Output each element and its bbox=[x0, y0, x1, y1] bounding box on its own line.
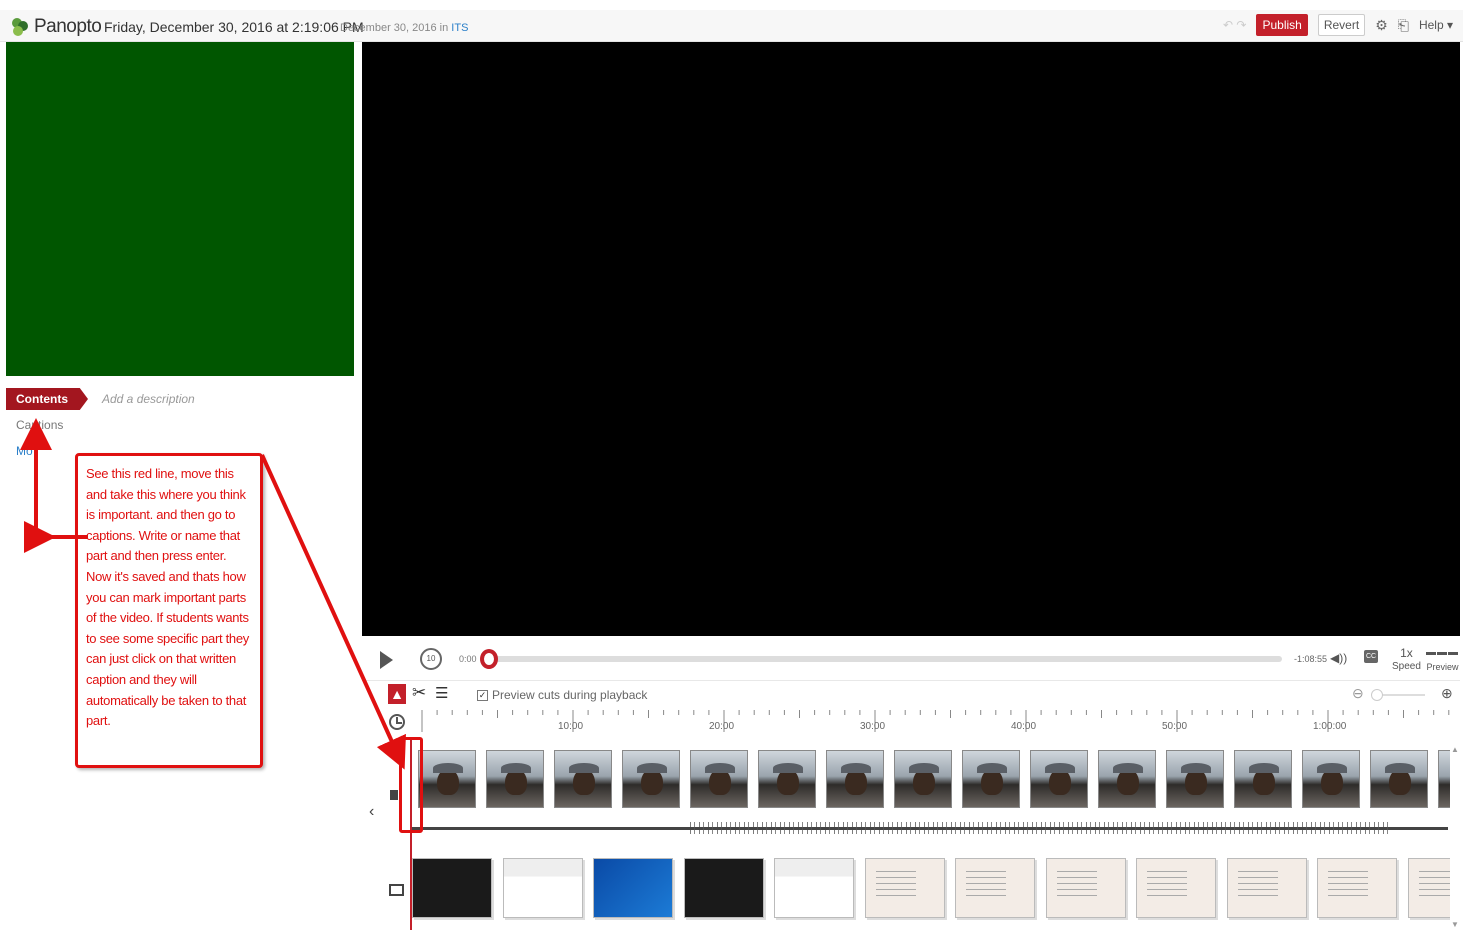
annotation-box: See this red line, move this and take th… bbox=[75, 453, 263, 768]
ruler-label: 10:00 bbox=[558, 721, 584, 732]
tab-contents[interactable]: Contents bbox=[6, 388, 88, 410]
zoom-in-icon[interactable]: ⊕ bbox=[1441, 685, 1453, 702]
screen-thumbnail bbox=[1045, 858, 1126, 918]
screen-thumbnail bbox=[683, 858, 764, 918]
ruler-label: 50:00 bbox=[1162, 721, 1188, 732]
audio-waveform[interactable] bbox=[410, 822, 1448, 834]
main-video-player[interactable] bbox=[362, 42, 1460, 636]
app-header: Panopto Friday, December 30, 2016 at 2:1… bbox=[0, 10, 1463, 42]
screen-capture-icon bbox=[389, 884, 404, 896]
closed-captions-icon[interactable]: CC bbox=[1364, 650, 1378, 663]
speed-control[interactable]: 1x Speed bbox=[1392, 646, 1421, 674]
preview-cuts-option[interactable]: ✓ Preview cuts during playback bbox=[477, 688, 647, 702]
clock-icon bbox=[389, 714, 405, 730]
ruler-label: 1:00:00 bbox=[1313, 721, 1347, 732]
preview-cuts-checkbox[interactable]: ✓ bbox=[477, 689, 488, 701]
screen-thumbnail bbox=[1226, 858, 1307, 918]
captions-link[interactable]: Captions bbox=[16, 418, 63, 432]
video-thumbnail bbox=[1438, 750, 1450, 808]
more-link[interactable]: Mo bbox=[16, 444, 33, 458]
preview-control[interactable]: ▬▬▬ Preview bbox=[1426, 646, 1459, 674]
screen-thumbnail bbox=[412, 858, 492, 918]
video-thumbnail bbox=[690, 750, 748, 808]
current-time: 0:00 bbox=[459, 654, 477, 664]
panopto-logo-icon bbox=[12, 18, 28, 36]
video-thumbnail bbox=[1030, 750, 1088, 808]
video-thumbnail bbox=[1234, 750, 1292, 808]
help-menu[interactable]: Help ▾ bbox=[1419, 18, 1453, 32]
publish-button[interactable]: Publish bbox=[1256, 14, 1308, 36]
session-title: Friday, December 30, 2016 at 2:19:06 PM bbox=[104, 19, 364, 35]
ruler-label: 40:00 bbox=[1011, 721, 1037, 732]
video-thumbnail bbox=[1370, 750, 1428, 808]
scrub-bar[interactable] bbox=[482, 656, 1282, 662]
screen-capture-track[interactable] bbox=[410, 854, 1450, 928]
annotation-text: See this red line, move this and take th… bbox=[86, 466, 249, 729]
screen-thumbnail bbox=[774, 858, 854, 918]
volume-icon[interactable]: ◀)) bbox=[1330, 651, 1347, 665]
select-tool-icon[interactable]: ▲ bbox=[388, 684, 406, 704]
session-date: December 30, 2016 in bbox=[340, 22, 449, 34]
video-thumbnail bbox=[554, 750, 612, 808]
zoom-out-icon[interactable]: ⊖ bbox=[1352, 685, 1364, 702]
panopto-logo: Panopto bbox=[10, 16, 102, 38]
edit-toolbar: ▲ ✂ ☰ ✓ Preview cuts during playback ⊖ ⊕ bbox=[385, 682, 1460, 708]
panopto-editor: Panopto Friday, December 30, 2016 at 2:1… bbox=[0, 0, 1463, 939]
chevron-left-icon[interactable]: ‹ bbox=[369, 803, 374, 821]
settings-gear-icon[interactable]: ⚙ bbox=[1375, 17, 1388, 34]
undo-redo-icons[interactable]: ↶ ↷ bbox=[1223, 18, 1246, 32]
speed-value: 1x bbox=[1400, 646, 1413, 660]
scroll-down-icon[interactable]: ▼ bbox=[1451, 920, 1459, 929]
secondary-video-stream bbox=[6, 42, 354, 376]
video-thumbnail bbox=[486, 750, 544, 808]
add-description-field[interactable]: Add a description bbox=[102, 392, 195, 406]
session-meta: December 30, 2016 in ITS bbox=[340, 22, 468, 34]
timeline-ruler[interactable]: 10:00 20:00 30:00 40:00 50:00 1:00:00 bbox=[410, 708, 1450, 738]
playhead-highlight-box bbox=[399, 737, 423, 833]
preview-label: Preview bbox=[1426, 662, 1459, 672]
video-thumbnail bbox=[826, 750, 884, 808]
list-icon[interactable]: ☰ bbox=[435, 684, 448, 702]
screen-thumbnail bbox=[593, 858, 673, 918]
video-thumbnail bbox=[758, 750, 816, 808]
video-thumbnail bbox=[418, 750, 476, 808]
ruler-label: 30:00 bbox=[860, 721, 886, 732]
exit-icon[interactable]: ⎗ bbox=[1398, 17, 1409, 34]
playback-controls: 10 0:00 -1:08:55 ◀)) CC 1x Speed ▬▬▬ Pre… bbox=[362, 640, 1460, 680]
video-thumbnail bbox=[1166, 750, 1224, 808]
video-thumbnail bbox=[1302, 750, 1360, 808]
video-thumbnail bbox=[962, 750, 1020, 808]
screen-thumbnail bbox=[864, 858, 945, 918]
rewind-10-icon[interactable]: 10 bbox=[420, 648, 442, 670]
ruler-label: 20:00 bbox=[709, 721, 735, 732]
video-track[interactable] bbox=[410, 742, 1450, 816]
folder-link[interactable]: ITS bbox=[451, 22, 468, 34]
screen-thumbnail bbox=[1136, 858, 1216, 918]
logo-text: Panopto bbox=[34, 16, 102, 37]
scroll-up-icon[interactable]: ▲ bbox=[1451, 745, 1459, 754]
video-thumbnail bbox=[894, 750, 952, 808]
video-thumbnail bbox=[622, 750, 680, 808]
screen-thumbnail bbox=[1407, 858, 1450, 918]
preview-grid-icon: ▬▬▬ bbox=[1426, 647, 1459, 658]
screen-thumbnail bbox=[1317, 858, 1397, 918]
video-track-marker bbox=[390, 790, 398, 800]
remaining-time: -1:08:55 bbox=[1294, 654, 1328, 664]
screen-thumbnail bbox=[502, 858, 583, 918]
play-icon[interactable] bbox=[380, 651, 393, 669]
video-thumbnail bbox=[1098, 750, 1156, 808]
scissors-icon[interactable]: ✂ bbox=[412, 683, 426, 703]
header-actions: ↶ ↷ Publish Revert ⚙ ⎗ Help ▾ bbox=[1223, 14, 1453, 36]
speed-label: Speed bbox=[1392, 661, 1421, 672]
zoom-slider-handle[interactable] bbox=[1371, 689, 1383, 701]
revert-button[interactable]: Revert bbox=[1317, 14, 1366, 36]
preview-cuts-label: Preview cuts during playback bbox=[492, 688, 648, 702]
screen-thumbnail bbox=[955, 858, 1035, 918]
scrub-handle[interactable] bbox=[480, 649, 498, 669]
